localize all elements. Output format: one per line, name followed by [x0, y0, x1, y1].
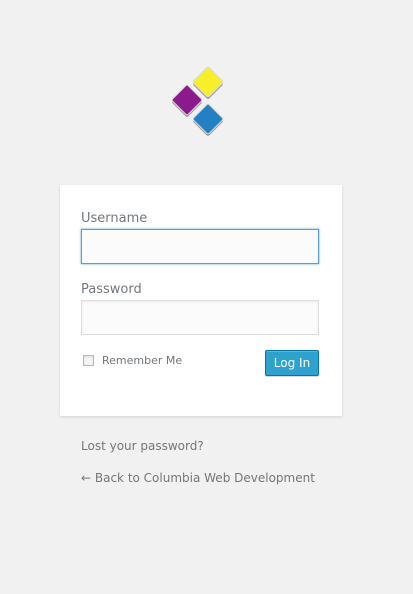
login-form: Username Password Remember Me Log In: [60, 185, 342, 416]
remember-me-row[interactable]: Remember Me: [83, 352, 182, 368]
remember-me-label[interactable]: Remember Me: [102, 354, 182, 367]
colored-squares-logo-icon: [171, 66, 224, 136]
username-input[interactable]: [81, 229, 319, 264]
back-to-site-link[interactable]: ← Back to Columbia Web Development: [81, 470, 315, 486]
lost-password-link[interactable]: Lost your password?: [81, 438, 204, 454]
username-label: Username: [81, 211, 148, 226]
site-logo[interactable]: [166, 60, 230, 140]
login-button[interactable]: Log In: [265, 350, 319, 376]
password-label: Password: [81, 282, 142, 297]
remember-me-checkbox[interactable]: [83, 354, 94, 366]
password-input[interactable]: [81, 300, 319, 335]
